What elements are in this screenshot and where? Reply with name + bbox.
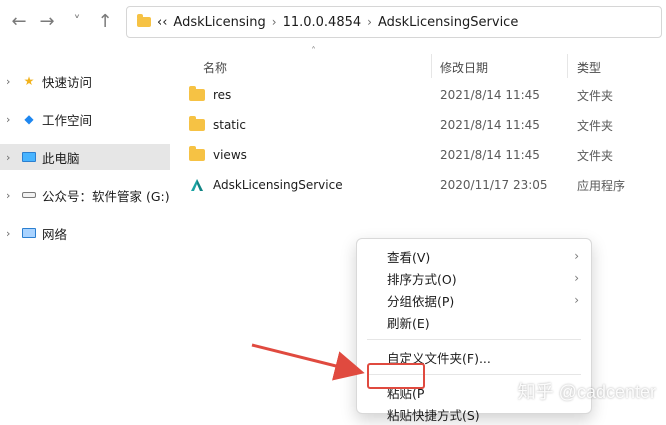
column-header-type[interactable]: 类型 (577, 56, 657, 78)
recent-locations-chevron-icon[interactable]: ˅ (64, 9, 90, 35)
breadcrumb-item-adsklicensing[interactable]: AdskLicensing (173, 15, 265, 30)
file-type: 文件夹 (577, 118, 614, 133)
file-type: 文件夹 (577, 148, 614, 163)
breadcrumb-separator-icon: › (367, 15, 372, 29)
submenu-chevron-icon: › (574, 293, 579, 307)
expand-chevron-icon[interactable]: › (6, 189, 16, 202)
menu-item-label: 查看(V) (387, 249, 431, 265)
pc-icon (22, 150, 36, 164)
star-icon: ★ (23, 74, 35, 88)
sidebar-item-quick-access[interactable]: › ★ 快速访问 (0, 68, 170, 94)
folder-icon (189, 116, 205, 131)
breadcrumb-overflow[interactable]: ‹‹ (157, 15, 167, 30)
menu-item-label: 自定义文件夹(F)... (387, 350, 491, 366)
table-row[interactable]: static 2021/8/14 11:45 文件夹 (175, 112, 666, 138)
file-name: res (213, 88, 232, 102)
drive-icon (22, 188, 36, 202)
table-row[interactable]: res 2021/8/14 11:45 文件夹 (175, 82, 666, 108)
breadcrumb-item-service[interactable]: AdskLicensingService (378, 15, 518, 30)
file-name-cell[interactable]: AdskLicensingService (189, 172, 343, 198)
table-row[interactable]: AdskLicensingService 2020/11/17 23:05 应用… (175, 172, 666, 198)
file-type: 文件夹 (577, 88, 614, 103)
menu-separator (367, 374, 581, 375)
breadcrumb-item-version[interactable]: 11.0.0.4854 (283, 15, 362, 30)
sidebar-item-workspace[interactable]: › ◆ 工作空间 (0, 106, 170, 132)
up-arrow-icon[interactable]: ↑ (92, 9, 118, 35)
expand-chevron-icon[interactable]: › (6, 151, 16, 164)
menu-item-paste-shortcut[interactable]: 粘贴快捷方式(S) (357, 403, 591, 425)
file-name: static (213, 118, 246, 132)
folder-icon (189, 86, 205, 101)
watermark-text: 知乎 @cadcenter (517, 382, 656, 402)
cloud-icon: ◆ (24, 112, 34, 126)
breadcrumb-separator-icon: › (271, 15, 277, 29)
modified-date: 2020/11/17 23:05 (440, 178, 548, 192)
column-divider[interactable] (431, 54, 432, 78)
menu-item-label: 刷新(E) (387, 315, 430, 331)
navigation-pane: › ★ 快速访问 › ◆ 工作空间 › 此电脑 › 公众号：软件管家 (G:) … (0, 44, 175, 414)
column-header-date[interactable]: 修改日期 (440, 56, 570, 78)
table-row[interactable]: views 2021/8/14 11:45 文件夹 (175, 142, 666, 168)
sidebar-item-label: 网络 (42, 226, 68, 242)
folder-icon (189, 146, 205, 161)
menu-item-label: 分组依据(P) (387, 293, 455, 309)
sidebar-item-label: 此电脑 (42, 150, 80, 166)
sidebar-item-this-pc[interactable]: › 此电脑 (0, 144, 170, 170)
file-name-cell[interactable]: views (189, 142, 247, 168)
expand-chevron-icon[interactable]: › (6, 113, 16, 126)
modified-date: 2021/8/14 11:45 (440, 88, 540, 102)
column-divider[interactable] (567, 54, 568, 78)
file-name: AdskLicensingService (213, 178, 343, 192)
autodesk-app-icon (191, 179, 203, 191)
menu-item-customize-folder[interactable]: 自定义文件夹(F)... (357, 346, 591, 368)
menu-item-sort-by[interactable]: 排序方式(O) › (357, 267, 591, 289)
file-type: 应用程序 (577, 178, 626, 193)
column-header-name[interactable]: 名称 (203, 56, 433, 78)
submenu-chevron-icon: › (574, 271, 579, 285)
sidebar-item-label: 快速访问 (42, 74, 93, 90)
folder-icon (137, 14, 151, 27)
menu-item-label: 粘贴快捷方式(S) (387, 407, 480, 423)
submenu-chevron-icon: › (574, 249, 579, 263)
menu-item-label: 排序方式(O) (387, 271, 457, 287)
forward-arrow-icon[interactable]: → (34, 9, 60, 35)
modified-date: 2021/8/14 11:45 (440, 148, 540, 162)
expand-chevron-icon[interactable]: › (6, 75, 16, 88)
back-arrow-icon[interactable]: ← (6, 9, 32, 35)
sidebar-item-label: 工作空间 (42, 112, 93, 128)
sidebar-item-drive-g[interactable]: › 公众号：软件管家 (G:) (0, 182, 170, 208)
address-bar[interactable]: ‹‹ AdskLicensing › 11.0.0.4854 › AdskLic… (126, 6, 662, 38)
file-name: views (213, 148, 247, 162)
menu-item-refresh[interactable]: 刷新(E) (357, 311, 591, 333)
menu-separator (367, 339, 581, 340)
expand-chevron-icon[interactable]: › (6, 227, 16, 240)
modified-date: 2021/8/14 11:45 (440, 118, 540, 132)
navigation-bar: ← → ˅ ↑ ‹‹ AdskLicensing › 11.0.0.4854 ›… (0, 0, 666, 44)
sidebar-item-network[interactable]: › 网络 (0, 220, 170, 246)
menu-item-label: 粘贴(P (387, 385, 425, 401)
menu-item-group-by[interactable]: 分组依据(P) › (357, 289, 591, 311)
file-name-cell[interactable]: res (189, 82, 231, 108)
menu-item-view[interactable]: 查看(V) › (357, 245, 591, 267)
file-name-cell[interactable]: static (189, 112, 246, 138)
sidebar-item-label: 公众号：软件管家 (G:) (42, 188, 170, 204)
network-icon (22, 226, 36, 240)
